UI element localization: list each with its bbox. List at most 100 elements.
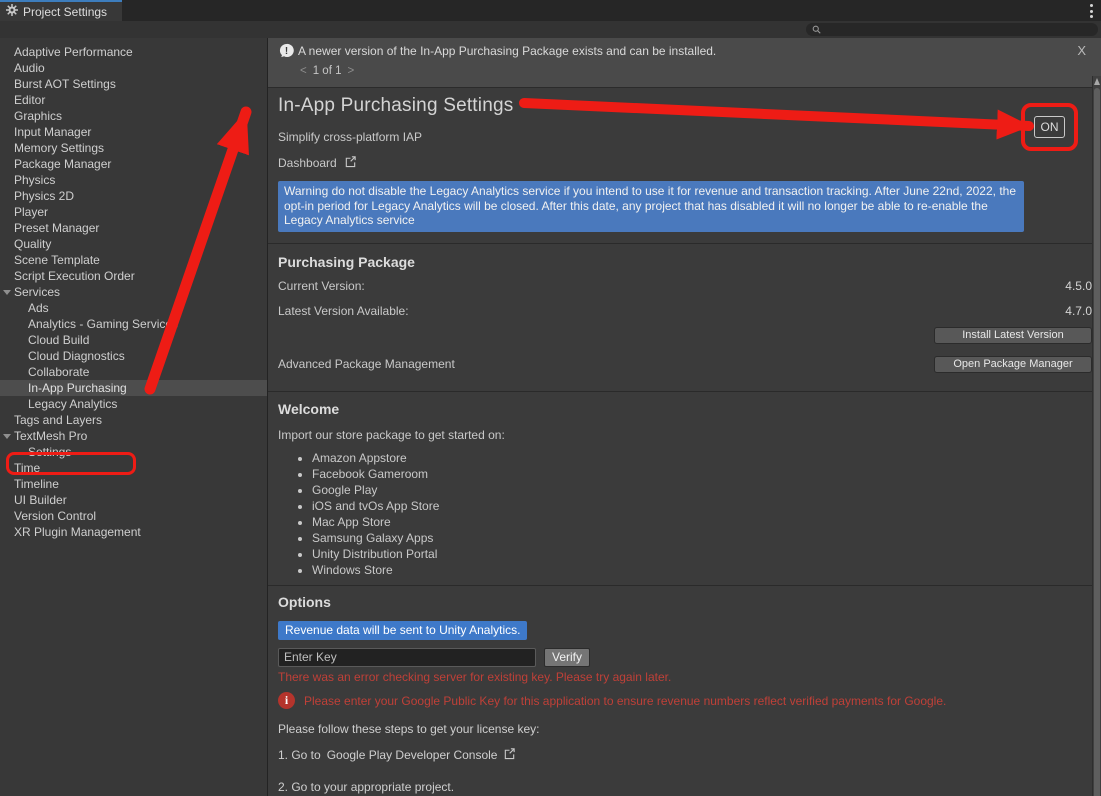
google-play-console-link[interactable]: Google Play Developer Console	[327, 748, 498, 762]
sidebar-item-label: Analytics - Gaming Services	[28, 317, 178, 331]
settings-sidebar: Adaptive PerformanceAudio Burst AOT Setti…	[0, 38, 267, 796]
sidebar-item-quality[interactable]: Quality	[0, 236, 267, 252]
latest-version-value: 4.7.0	[1065, 304, 1092, 318]
sidebar-item-physics-2d[interactable]: Physics 2D	[0, 188, 267, 204]
sidebar-item-timeline[interactable]: Timeline	[0, 476, 267, 492]
store-list-item: Amazon Appstore	[312, 450, 1092, 466]
sidebar-item-label: Memory Settings	[14, 141, 104, 155]
info-icon: i	[278, 692, 295, 709]
sidebar-item-package-manager[interactable]: Package Manager	[0, 156, 267, 172]
sidebar-item-label: Script Execution Order	[14, 269, 135, 283]
gear-icon	[6, 3, 18, 21]
step-1: 1. Go to Google Play Developer Console	[278, 747, 1092, 763]
sidebar-item-physics[interactable]: Physics	[0, 172, 267, 188]
welcome-heading: Welcome	[278, 401, 1092, 417]
sidebar-item-input-manager[interactable]: Input Manager	[0, 124, 267, 140]
sidebar-item-legacy-analytics[interactable]: Legacy Analytics	[0, 396, 267, 412]
sidebar-item-label: TextMesh Pro	[14, 429, 87, 443]
pager-next-icon[interactable]: >	[348, 65, 355, 77]
sidebar-item-burst-aot-settings[interactable]: Burst AOT Settings	[0, 76, 267, 92]
search-box[interactable]	[806, 23, 1098, 36]
store-list-item: Google Play	[312, 482, 1092, 498]
chevron-down-icon[interactable]	[3, 290, 11, 295]
dashboard-link[interactable]: Dashboard	[278, 155, 357, 171]
search-input[interactable]	[825, 24, 1092, 35]
sidebar-item-label: Version Control	[14, 509, 96, 523]
sidebar-item-services[interactable]: Services	[0, 284, 267, 300]
sidebar-item-xr-plugin-management[interactable]: XR Plugin Management	[0, 524, 267, 540]
pager-label: 1 of 1	[313, 65, 342, 77]
sidebar-item-label: Audio	[14, 61, 45, 75]
sidebar-item-label: Editor	[14, 93, 45, 107]
sidebar-item-memory-settings[interactable]: Memory Settings	[0, 140, 267, 156]
sidebar-item-label: Graphics	[14, 109, 62, 123]
sidebar-item-script-execution-order[interactable]: Script Execution Order	[0, 268, 267, 284]
sidebar-item-label: In-App Purchasing	[28, 381, 127, 395]
sidebar-item-time[interactable]: Time	[0, 460, 267, 476]
latest-version-row: Latest Version Available: 4.7.0	[278, 304, 1092, 318]
sidebar-item-label: Input Manager	[14, 125, 91, 139]
sidebar-item-in-app-purchasing[interactable]: In-App Purchasing	[0, 380, 267, 396]
sidebar-item-label: Burst AOT Settings	[14, 77, 116, 91]
section-divider	[268, 391, 1101, 392]
update-notification-banner: ! A newer version of the In-App Purchasi…	[268, 38, 1101, 88]
store-list-item: Facebook Gameroom	[312, 466, 1092, 482]
sidebar-item-preset-manager[interactable]: Preset Manager	[0, 220, 267, 236]
sidebar-item-label: Package Manager	[14, 157, 111, 171]
sidebar-item-label: Player	[14, 205, 48, 219]
step-1-prefix: 1. Go to	[278, 748, 321, 762]
sidebar-item-cloud-build[interactable]: Cloud Build	[0, 332, 267, 348]
install-latest-version-button[interactable]: Install Latest Version	[934, 327, 1092, 344]
scrollbar-thumb[interactable]	[1094, 88, 1100, 796]
sidebar-item-label: Cloud Build	[28, 333, 89, 347]
banner-close-icon[interactable]: X	[1077, 43, 1086, 58]
external-link-icon[interactable]	[503, 747, 516, 763]
content-area: Adaptive PerformanceAudio Burst AOT Setti…	[0, 38, 1101, 796]
window-menu-kebab-icon[interactable]	[1090, 4, 1094, 18]
vertical-scrollbar[interactable]	[1092, 76, 1101, 796]
open-package-manager-button[interactable]: Open Package Manager	[934, 356, 1092, 373]
sidebar-item-label: Physics	[14, 173, 55, 187]
sidebar-item-label: Settings	[28, 445, 71, 459]
sidebar-item-ui-builder[interactable]: UI Builder	[0, 492, 267, 508]
sidebar-item-cloud-diagnostics[interactable]: Cloud Diagnostics	[0, 348, 267, 364]
sidebar-item-label: Services	[14, 285, 60, 299]
sidebar-item-version-control[interactable]: Version Control	[0, 508, 267, 524]
sidebar-item-tags-and-layers[interactable]: Tags and Layers	[0, 412, 267, 428]
tab-project-settings[interactable]: Project Settings	[0, 0, 122, 21]
sidebar-item-label: Scene Template	[14, 253, 100, 267]
store-list-item: iOS and tvOs App Store	[312, 498, 1092, 514]
key-warning-text: Please enter your Google Public Key for …	[304, 692, 946, 708]
advanced-package-label: Advanced Package Management	[278, 357, 455, 371]
verify-button[interactable]: Verify	[544, 648, 590, 667]
sidebar-item-scene-template[interactable]: Scene Template	[0, 252, 267, 268]
pager-prev-icon[interactable]: <	[300, 65, 307, 77]
key-warning-row: i Please enter your Google Public Key fo…	[278, 692, 1092, 709]
sidebar-item-ads[interactable]: Ads	[0, 300, 267, 316]
sidebar-item-collaborate[interactable]: Collaborate	[0, 364, 267, 380]
sidebar-item-player[interactable]: Player	[0, 204, 267, 220]
sidebar-item-audio[interactable]: Audio	[0, 60, 267, 76]
sidebar-item-textmesh-pro[interactable]: TextMesh Pro	[0, 428, 267, 444]
scroll-up-icon[interactable]	[1094, 78, 1100, 85]
chevron-down-icon[interactable]	[3, 434, 11, 439]
in-app-purchasing-panel: ! A newer version of the In-App Purchasi…	[268, 38, 1101, 796]
store-list: Amazon AppstoreFacebook GameroomGoogle P…	[312, 450, 1092, 578]
sidebar-item-label: Ads	[28, 301, 49, 315]
page-subtitle: Simplify cross-platform IAP	[278, 130, 1092, 144]
sidebar-item-analytics-gaming-services[interactable]: Analytics - Gaming Services	[0, 316, 267, 332]
google-key-input[interactable]	[278, 648, 536, 667]
sidebar-item-adaptive-performance[interactable]: Adaptive Performance	[0, 44, 267, 60]
banner-pager: < 1 of 1 >	[300, 65, 354, 77]
sidebar-item-settings[interactable]: Settings	[0, 444, 267, 460]
options-heading: Options	[278, 594, 1092, 610]
settings-toolbar	[0, 21, 1101, 38]
sidebar-item-label: Timeline	[14, 477, 59, 491]
sidebar-item-label: Time	[14, 461, 40, 475]
sidebar-item-graphics[interactable]: Graphics	[0, 108, 267, 124]
sidebar-item-editor[interactable]: Editor	[0, 92, 267, 108]
iap-on-toggle-button[interactable]: ON	[1034, 116, 1065, 138]
external-link-icon	[344, 155, 357, 171]
current-version-value: 4.5.0	[1065, 279, 1092, 293]
sidebar-item-label: Preset Manager	[14, 221, 99, 235]
